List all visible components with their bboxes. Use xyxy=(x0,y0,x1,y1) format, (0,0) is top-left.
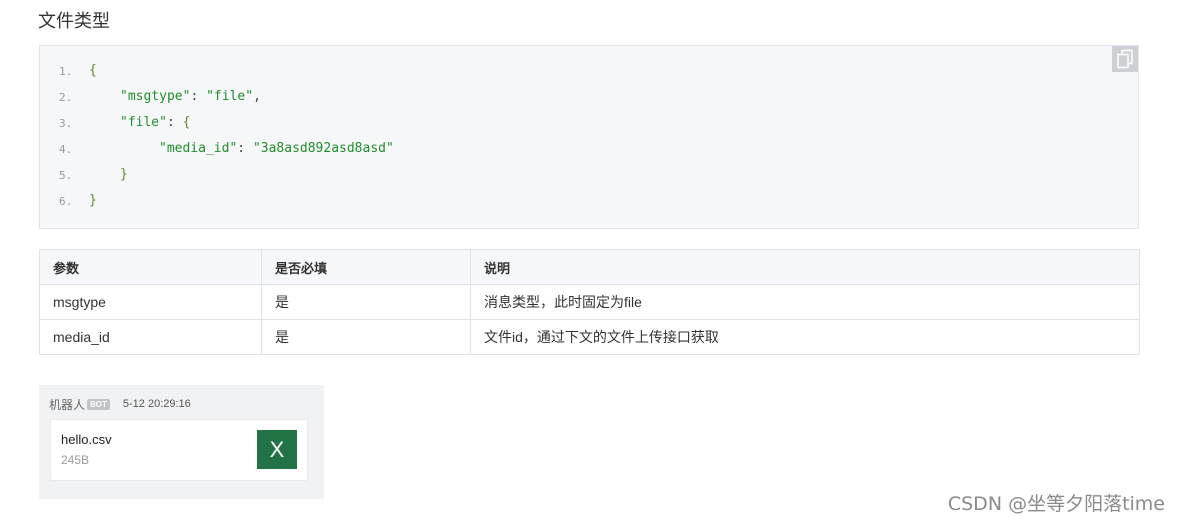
code-token: : xyxy=(166,115,183,130)
message-time: 5-12 20:29:16 xyxy=(122,398,191,410)
code-text: "file" : { xyxy=(89,110,190,136)
code-token: "media_id" xyxy=(159,141,238,156)
code-line: 5. } xyxy=(59,162,394,188)
table-cell: 是 xyxy=(261,319,471,355)
message-preview: 机器人 BOT 5-12 20:29:16 hello.csv 245B X xyxy=(39,385,324,499)
copy-code-button[interactable] xyxy=(1112,46,1138,72)
section-title: 文件类型 xyxy=(38,11,110,32)
file-name: hello.csv xyxy=(61,432,112,447)
table-header-cell: 是否必填 xyxy=(261,249,471,285)
table-row: msgtype 是 消息类型，此时固定为file xyxy=(39,284,1140,320)
message-header: 机器人 BOT 5-12 20:29:16 xyxy=(49,396,191,412)
code-token: } xyxy=(120,167,128,182)
code-line: 3. "file" : { xyxy=(59,110,394,136)
line-number: 2. xyxy=(59,90,73,104)
code-token: "file" xyxy=(206,89,254,104)
code-text: { xyxy=(89,58,97,84)
bot-badge: BOT xyxy=(87,398,110,410)
code-token: : xyxy=(190,89,207,104)
code-lines: 1. { 2. "msgtype" : "file" , 3. "file" : xyxy=(59,58,394,214)
doc-page: 文件类型 1. { 2. "msgtype" : "file" , 3. "fi… xyxy=(0,0,1179,523)
table-cell: 消息类型，此时固定为file xyxy=(470,284,1140,320)
table-header: 参数 是否必填 说明 xyxy=(39,249,1140,285)
code-block: 1. { 2. "msgtype" : "file" , 3. "file" : xyxy=(39,45,1139,229)
copy-icon xyxy=(1117,49,1133,69)
watermark: CSDN @坐等夕阳落time xyxy=(947,493,1165,515)
table-body: msgtype 是 消息类型，此时固定为file media_id 是 文件id… xyxy=(39,284,1140,355)
line-number: 5. xyxy=(59,168,73,182)
table-header-cell: 参数 xyxy=(39,249,262,285)
code-token: "3a8asd892asd8asd" xyxy=(252,141,394,156)
code-text: } xyxy=(89,162,128,188)
code-line: 4. "media_id" : "3a8asd892asd8asd" xyxy=(59,136,394,162)
code-token: } xyxy=(89,193,97,208)
code-text: "media_id" : "3a8asd892asd8asd" xyxy=(89,136,394,162)
code-line: 6. } xyxy=(59,188,394,214)
table-row: media_id 是 文件id，通过下文的文件上传接口获取 xyxy=(39,319,1140,355)
table-header-cell: 说明 xyxy=(470,249,1140,285)
line-number: 6. xyxy=(59,194,73,208)
code-token: "file" xyxy=(120,115,167,130)
line-number: 4. xyxy=(59,142,73,156)
table-header-row: 参数 是否必填 说明 xyxy=(39,249,1140,285)
code-token: : xyxy=(237,141,253,156)
code-token: "msgtype" xyxy=(120,89,191,104)
params-table: 参数 是否必填 说明 msgtype 是 消息类型，此时固定为file medi… xyxy=(39,249,1140,355)
code-token: { xyxy=(182,115,191,130)
code-line: 2. "msgtype" : "file" , xyxy=(59,84,394,110)
table-cell: msgtype xyxy=(39,284,262,320)
code-text: } xyxy=(89,188,97,214)
sender-name: 机器人 xyxy=(49,397,86,412)
excel-icon: X xyxy=(257,430,297,469)
table-cell: 文件id，通过下文的文件上传接口获取 xyxy=(470,319,1140,355)
file-size: 245B xyxy=(61,453,90,467)
code-text: "msgtype" : "file" , xyxy=(89,84,261,110)
code-line: 1. { xyxy=(59,58,394,84)
file-card[interactable]: hello.csv 245B X xyxy=(50,419,308,481)
line-number: 1. xyxy=(59,64,73,78)
code-token: , xyxy=(253,89,261,104)
code-token: { xyxy=(89,63,97,78)
line-number: 3. xyxy=(59,116,73,130)
table-cell: 是 xyxy=(261,284,471,320)
table-cell: media_id xyxy=(39,319,262,355)
